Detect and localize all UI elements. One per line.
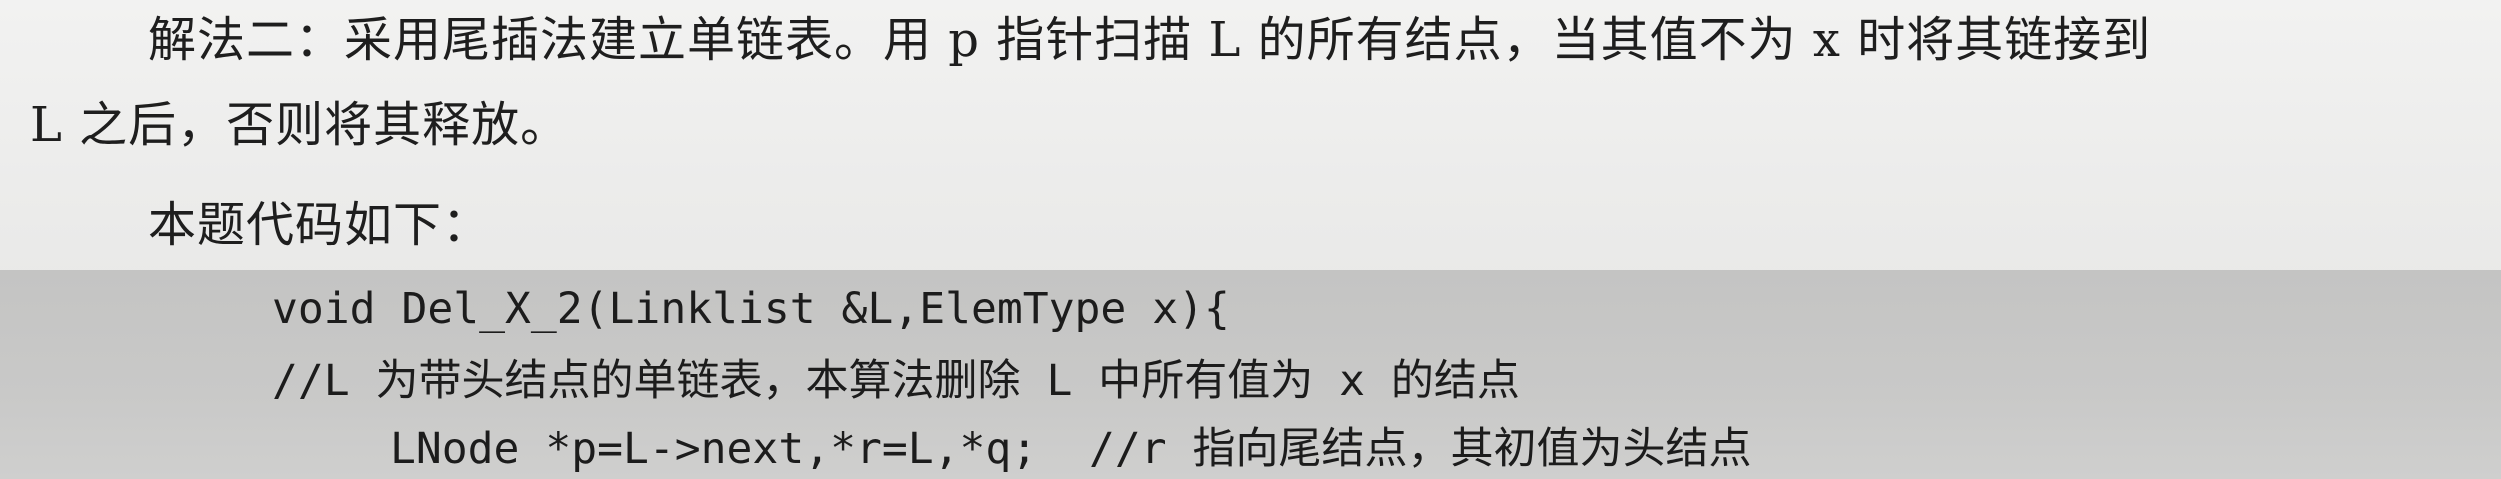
paragraph-line-1: 解法二：采用尾插法建立单链表。用 p 指针扫描 L 的所有结点，当其值不为 x … (148, 12, 2152, 68)
document-page: 解法二：采用尾插法建立单链表。用 p 指针扫描 L 的所有结点，当其值不为 x … (0, 0, 2501, 479)
code-line-2: //L 为带头结点的单链表，本算法删除 L 中所有值为 x 的结点 (272, 356, 1520, 406)
code-line-1: void Del_X_2(Linklist &L,ElemType x){ (272, 284, 1230, 334)
code-block: void Del_X_2(Linklist &L,ElemType x){ //… (0, 270, 2501, 479)
code-line-3: LNode *p=L->next,*r=L,*q; //r 指向尾结点，其初值为… (390, 424, 1752, 474)
paragraph-line-2: L 之后，否则将其释放。 (30, 97, 570, 153)
code-intro-label: 本题代码如下： (148, 197, 492, 253)
